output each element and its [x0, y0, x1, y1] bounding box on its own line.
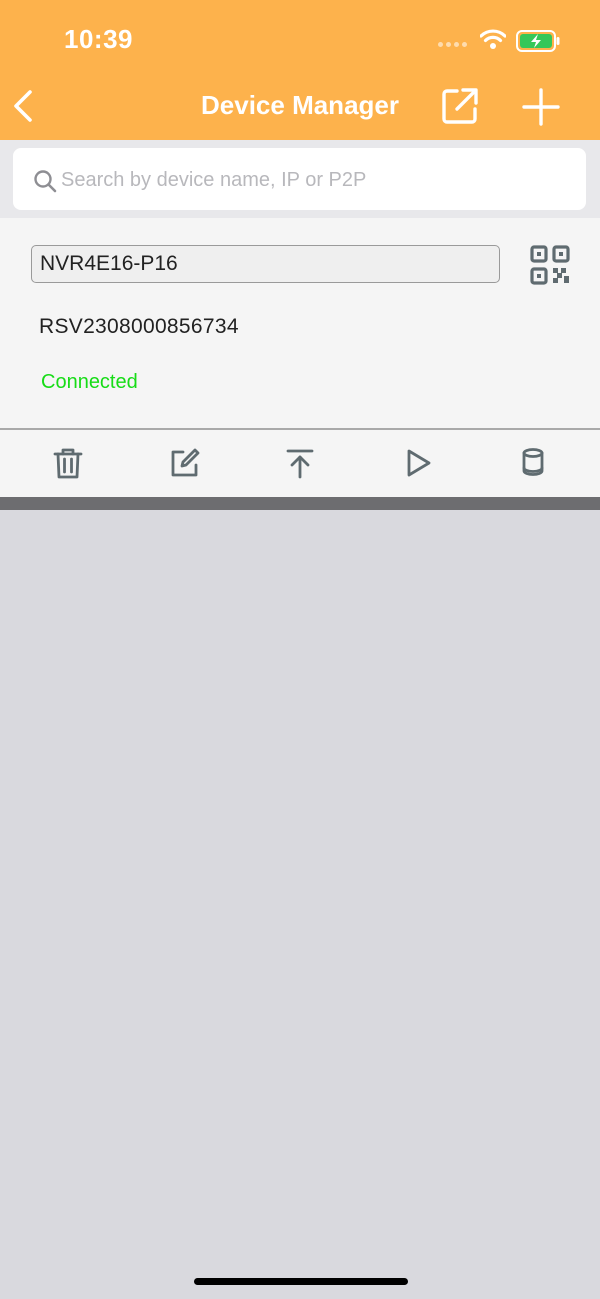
wifi-icon [480, 28, 506, 50]
play-icon [407, 449, 431, 477]
qr-code-icon[interactable] [530, 245, 570, 285]
move-to-top-icon [286, 449, 314, 479]
trash-icon [53, 448, 83, 479]
play-button[interactable] [401, 446, 435, 480]
device-actions-toolbar [0, 430, 600, 498]
storage-icon [522, 448, 544, 476]
move-to-top-button[interactable] [283, 446, 317, 480]
device-name-field[interactable]: NVR4E16-P16 [31, 245, 500, 283]
header-bar: 10:39 Device Manager [0, 0, 600, 140]
edit-button[interactable] [167, 446, 201, 480]
search-box[interactable] [13, 148, 586, 210]
edit-icon [171, 448, 200, 477]
share-external-icon [442, 88, 478, 124]
search-bar [0, 140, 600, 218]
storage-button[interactable] [516, 446, 550, 480]
connection-status: Connected [41, 371, 138, 393]
cellular-signal-icon [438, 40, 470, 48]
device-card[interactable]: NVR4E16-P16 RSV2308000856734 Connected [0, 218, 600, 428]
search-icon [33, 169, 57, 193]
page-title: Device Manager [201, 90, 399, 120]
list-separator [0, 497, 600, 510]
delete-button[interactable] [51, 446, 85, 480]
add-device-button[interactable] [520, 86, 562, 128]
home-indicator[interactable] [194, 1278, 408, 1285]
device-serial-number: RSV2308000856734 [39, 315, 239, 338]
search-input[interactable] [59, 158, 563, 202]
plus-icon [522, 88, 560, 126]
share-button[interactable] [440, 86, 480, 126]
status-time: 10:39 [64, 24, 133, 54]
battery-charging-icon [516, 30, 560, 52]
